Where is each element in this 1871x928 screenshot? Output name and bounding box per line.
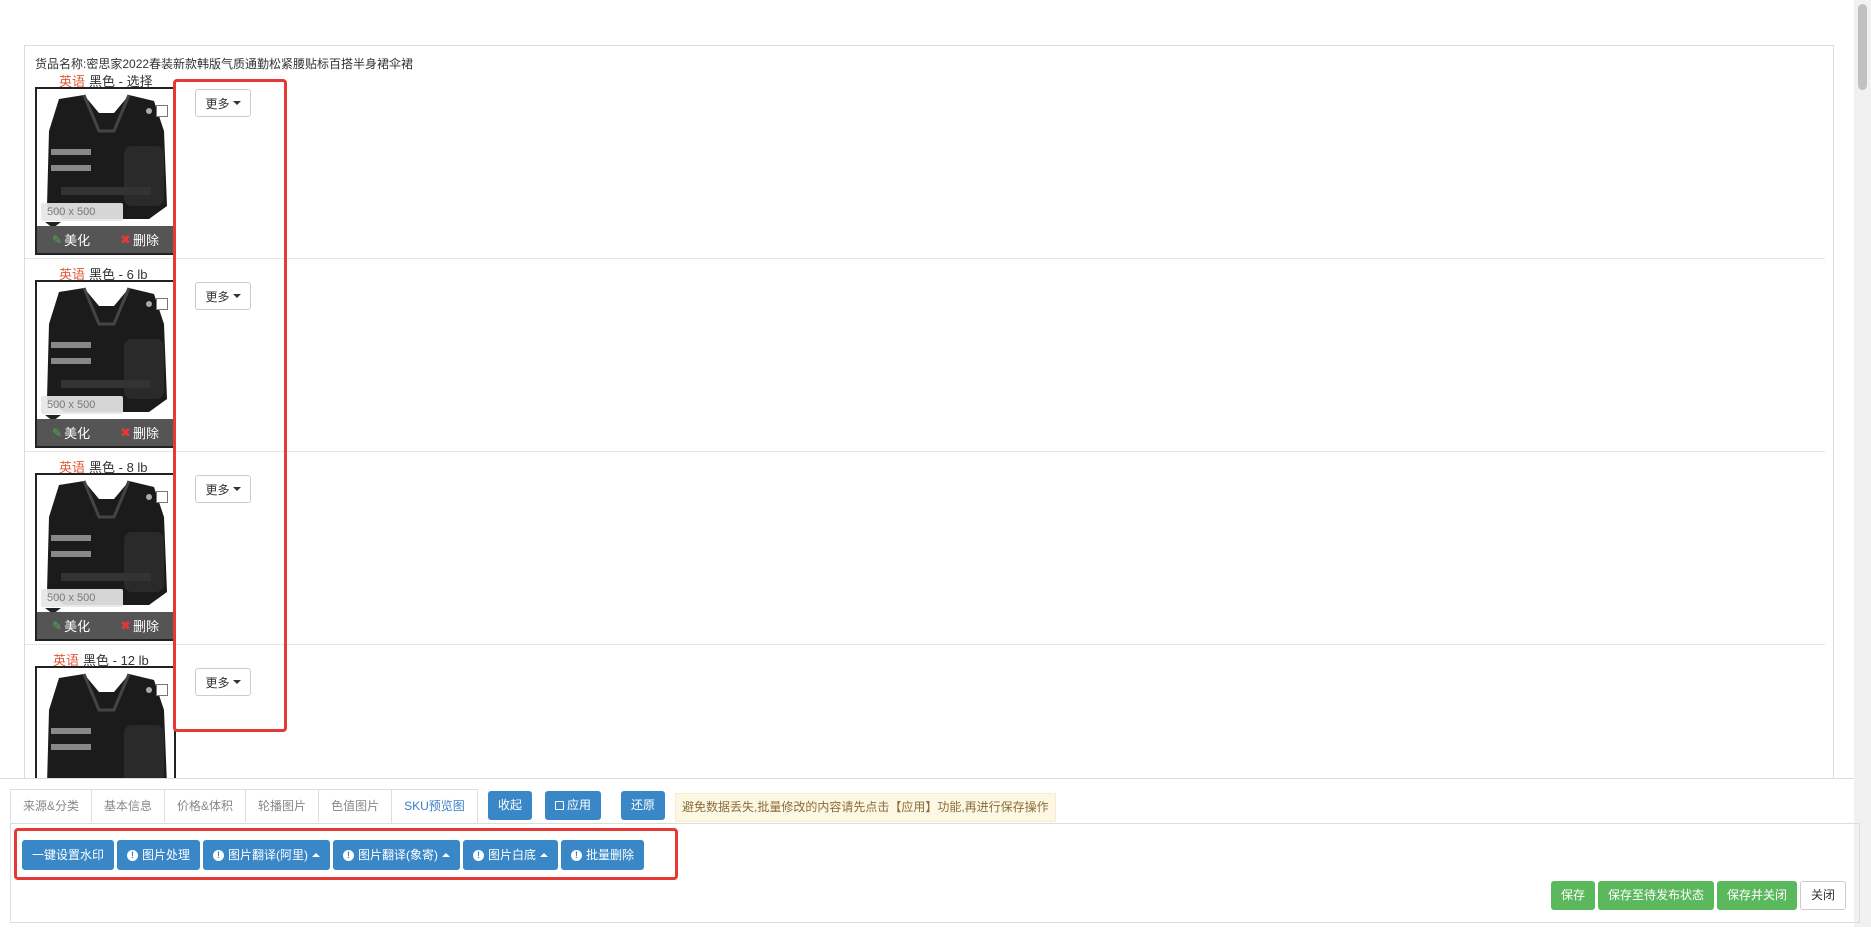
sku-row: 英语 黑色 - 8 lb 500 x 500 ✎ 美化 ✖ 删除 更多	[25, 451, 1825, 645]
image-action-row: 一键设置水印 ! 图片处理 ! 图片翻译(阿里) ! 图片翻译(象寄) ! 图片白底 !…	[22, 840, 645, 870]
delete-image-button[interactable]: ✖ 删除	[120, 423, 159, 442]
more-label: 更多	[205, 96, 230, 111]
watermark-label: 一键设置水印	[32, 848, 105, 862]
pencil-icon: ✎	[52, 425, 63, 440]
close-icon: ✖	[120, 424, 131, 440]
close-button[interactable]: 关闭	[1799, 881, 1846, 910]
image-dimensions: 500 x 500	[41, 396, 123, 414]
tab-bar: 来源&分类 基本信息 价格&体积 轮播图片 色值图片 SKU预览图	[10, 789, 478, 824]
sku-image[interactable]: 500 x 500 ✎ 美化 ✖ 删除	[35, 473, 176, 641]
sku-image[interactable]: 500 x 500 ✎ 美化 ✖ 删除	[35, 87, 176, 255]
image-dimensions: 500 x 500	[41, 203, 123, 221]
image-actions-bar: ✎ 美化 ✖ 删除	[37, 226, 174, 253]
sku-image[interactable]: 500 x 500 ✎ 美化 ✖ 删除	[35, 280, 176, 448]
info-icon: !	[127, 849, 139, 861]
sku-image[interactable]	[35, 666, 176, 786]
beautify-button[interactable]: ✎ 美化	[52, 616, 90, 635]
vest-image	[47, 673, 167, 786]
warning-notice: 避免数据丢失,批量修改的内容请先点击【应用】功能,再进行保存操作	[675, 793, 1056, 822]
pencil-icon: ✎	[52, 618, 63, 633]
caret-down-icon	[232, 487, 241, 491]
image-dimensions: 500 x 500	[41, 589, 123, 607]
image-process-button[interactable]: ! 图片处理	[117, 840, 201, 870]
beautify-label: 美化	[64, 426, 91, 441]
batch-delete-button[interactable]: ! 批量删除	[561, 840, 645, 870]
beautify-button[interactable]: ✎ 美化	[52, 230, 90, 249]
beautify-label: 美化	[64, 233, 91, 248]
main-panel: 货品名称:密思家2022春装新款韩版气质通勤松紧腰贴标百搭半身裙伞裙 英语 黑色 …	[24, 45, 1834, 787]
more-label: 更多	[205, 675, 230, 690]
batch-delete-label: 批量删除	[586, 848, 635, 862]
caret-up-icon	[540, 853, 549, 857]
pencil-icon: ✎	[52, 232, 63, 247]
select-checkbox[interactable]	[156, 684, 168, 696]
caret-down-icon	[232, 294, 241, 298]
select-checkbox[interactable]	[156, 298, 168, 310]
close-icon: ✖	[120, 617, 131, 633]
tab-carousel-images[interactable]: 轮播图片	[245, 789, 320, 822]
info-icon: !	[473, 849, 485, 861]
bottom-toolbar: 来源&分类 基本信息 价格&体积 轮播图片 色值图片 SKU预览图 收起 应用 …	[0, 778, 1860, 928]
white-background-label: 图片白底	[488, 848, 537, 862]
info-icon: !	[571, 849, 583, 861]
close-icon: ✖	[120, 231, 131, 247]
select-checkbox[interactable]	[156, 105, 168, 117]
tab-color-images[interactable]: 色值图片	[318, 789, 393, 822]
beautify-button[interactable]: ✎ 美化	[52, 423, 90, 442]
save-close-button[interactable]: 保存并关闭	[1716, 881, 1797, 910]
white-background-button[interactable]: ! 图片白底	[463, 840, 559, 870]
scrollbar-thumb[interactable]	[1858, 4, 1867, 90]
more-dropdown-button[interactable]: 更多	[195, 89, 251, 117]
more-dropdown-button[interactable]: 更多	[195, 668, 251, 696]
watermark-button[interactable]: 一键设置水印	[22, 840, 115, 870]
delete-image-button[interactable]: ✖ 删除	[120, 616, 159, 635]
translate-xiang-button[interactable]: ! 图片翻译(象寄)	[333, 840, 461, 870]
translate-ali-button[interactable]: ! 图片翻译(阿里)	[203, 840, 331, 870]
caret-down-icon	[232, 101, 241, 105]
save-button-group: 保存 保存至待发布状态 保存并关闭 关闭	[1550, 881, 1846, 910]
info-icon: !	[213, 849, 225, 861]
tab-basic-info[interactable]: 基本信息	[91, 789, 166, 822]
more-label: 更多	[205, 482, 230, 497]
delete-label: 删除	[132, 233, 159, 248]
tab-source-category[interactable]: 来源&分类	[10, 789, 93, 822]
save-pending-button[interactable]: 保存至待发布状态	[1597, 881, 1714, 910]
caret-up-icon	[312, 853, 321, 857]
more-label: 更多	[205, 289, 230, 304]
translate-xiang-label: 图片翻译(象寄)	[358, 848, 439, 862]
sku-row: 英语 黑色 - 6 lb 500 x 500 ✎ 美化 ✖ 删除 更多	[25, 258, 1825, 452]
image-actions-bar: ✎ 美化 ✖ 删除	[37, 419, 174, 446]
delete-image-button[interactable]: ✖ 删除	[120, 230, 159, 249]
more-dropdown-button[interactable]: 更多	[195, 282, 251, 310]
save-icon	[555, 801, 564, 810]
sku-row: 英语 黑色 - 12 lb 更多	[25, 644, 1825, 786]
caret-up-icon	[442, 853, 451, 857]
info-icon: !	[343, 849, 355, 861]
delete-label: 删除	[132, 619, 159, 634]
image-actions-bar: ✎ 美化 ✖ 删除	[37, 612, 174, 639]
delete-label: 删除	[132, 426, 159, 441]
image-process-label: 图片处理	[142, 848, 191, 862]
apply-label: 应用	[567, 798, 592, 812]
beautify-label: 美化	[64, 619, 91, 634]
tab-sku-preview[interactable]: SKU预览图	[391, 789, 478, 823]
apply-button[interactable]: 应用	[545, 791, 602, 820]
caret-down-icon	[232, 680, 241, 684]
restore-button[interactable]: 还原	[621, 791, 666, 820]
tab-price-volume[interactable]: 价格&体积	[164, 789, 247, 822]
select-checkbox[interactable]	[156, 491, 168, 503]
sku-row: 英语 黑色 - 选择 500 x 500 ✎ 美化 ✖ 删除 更多	[25, 65, 1825, 259]
more-dropdown-button[interactable]: 更多	[195, 475, 251, 503]
translate-ali-label: 图片翻译(阿里)	[228, 848, 309, 862]
collapse-button[interactable]: 收起	[488, 791, 533, 820]
save-button[interactable]: 保存	[1550, 881, 1595, 910]
vertical-scrollbar[interactable]	[1854, 0, 1871, 927]
